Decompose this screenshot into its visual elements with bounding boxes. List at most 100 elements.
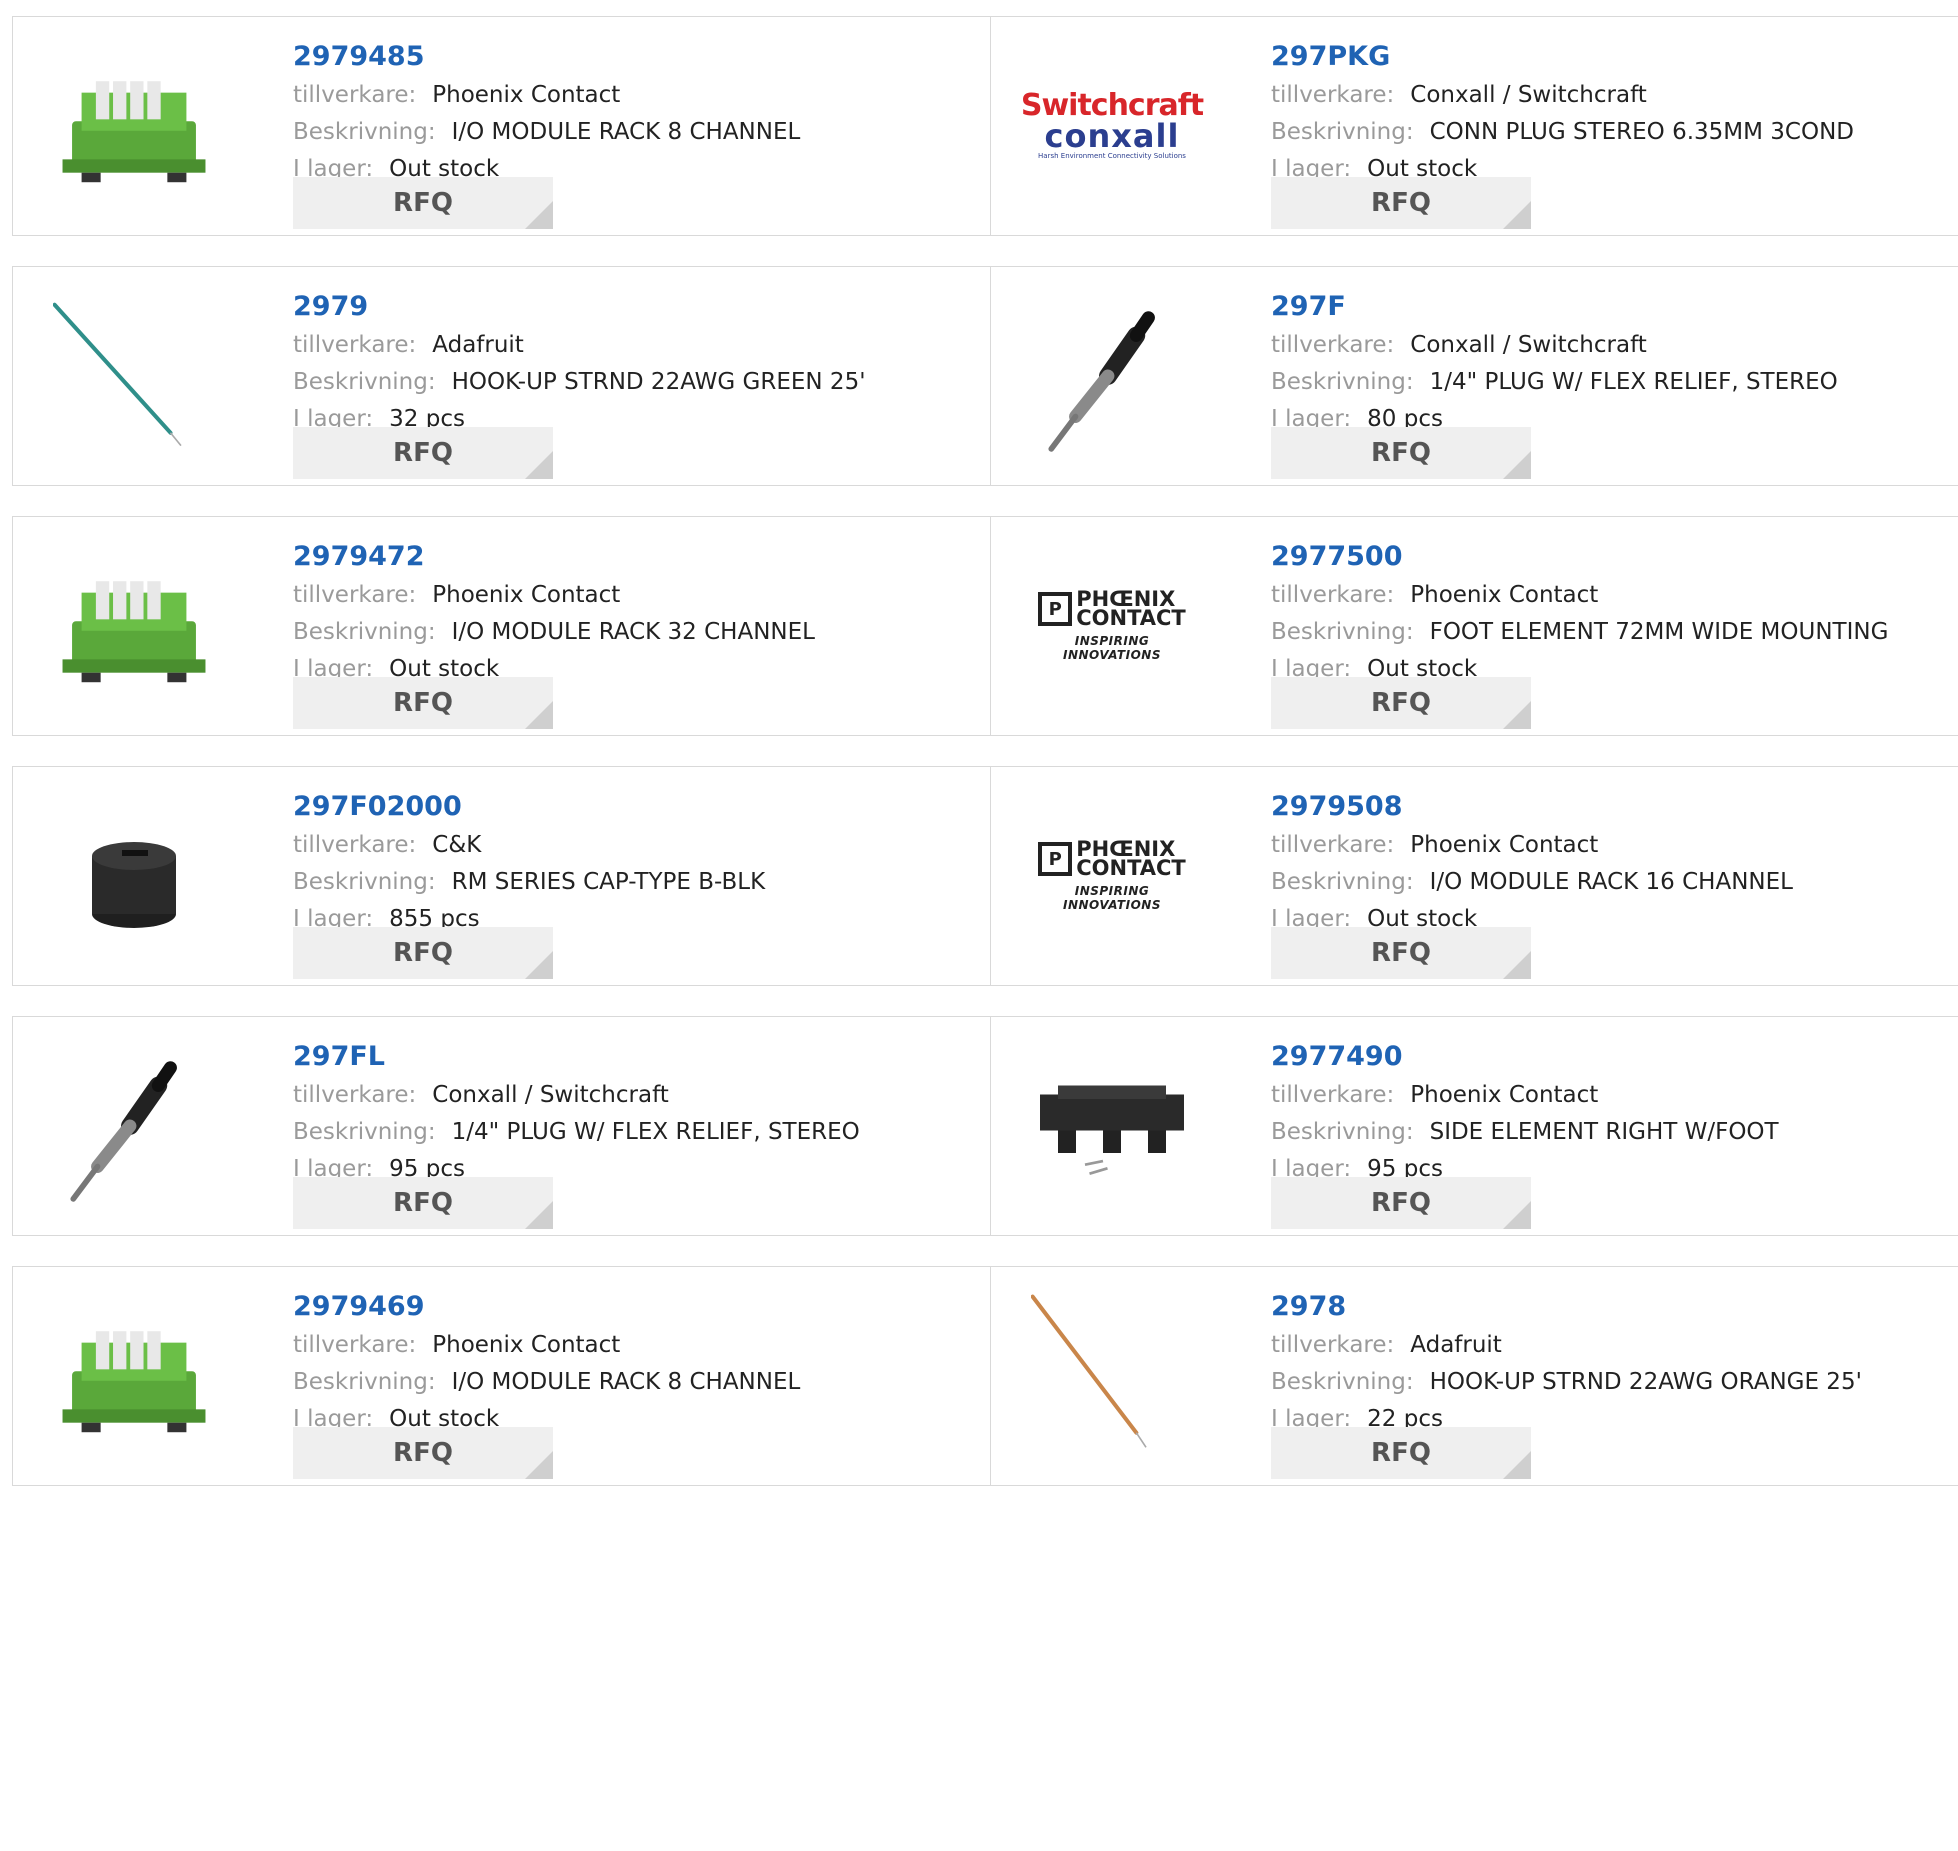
din-rail-side-element-icon[interactable] [1031,1045,1193,1207]
part-number-link[interactable]: 2979 [293,287,866,327]
product-card: 2978 tillverkare: Adafruit Beskrivning: HO… [991,1267,1958,1485]
rfq-button[interactable]: RFQ [293,177,553,229]
phoenix-logo-mark: P PHŒNIX CONTACT INSPIRING INNOVATIONS [1031,837,1193,912]
product-row: 297F02000 tillverkare: C&K Beskrivning: RM… [12,766,1958,986]
rfq-button[interactable]: RFQ [1271,1177,1531,1229]
audio-plug-icon[interactable] [1031,295,1193,457]
part-number-link[interactable]: 2978 [1271,1287,1862,1327]
part-number-link[interactable]: 297PKG [1271,37,1854,77]
product-card: 2979469 tillverkare: Phoenix Contact Besk… [13,1267,991,1485]
manufacturer-row: tillverkare: Phoenix Contact [293,77,800,114]
orange-wire-icon[interactable] [1031,1294,1193,1457]
product-card: 2977490 tillverkare: Phoenix Contact Besk… [991,1017,1958,1235]
io-module-rack-icon[interactable] [53,545,215,707]
description-label: Beskrivning: [293,1119,436,1145]
black-knob-cap-icon[interactable] [53,795,215,957]
rfq-button[interactable]: RFQ [293,1177,553,1229]
description-value: 1/4" PLUG W/ FLEX RELIEF, STEREO [451,1119,860,1145]
product-card: 2979472 tillverkare: Phoenix Contact Besk… [13,517,991,735]
product-info: 2979508 tillverkare: Phoenix Contact Besk… [1271,787,1793,938]
manufacturer-value: Phoenix Contact [1410,832,1599,858]
manufacturer-value: Phoenix Contact [432,582,621,608]
rfq-label: RFQ [393,1438,453,1468]
manufacturer-row: tillverkare: Phoenix Contact [293,577,815,614]
description-value: CONN PLUG STEREO 6.35MM 3COND [1429,119,1855,145]
corner-triangle-icon [1503,951,1531,979]
rfq-button[interactable]: RFQ [293,1427,553,1479]
part-number-link[interactable]: 297F [1271,287,1838,327]
audio-plug-icon[interactable] [53,1045,215,1207]
product-card: 2979 tillverkare: Adafruit Beskrivning: HO… [13,267,991,485]
description-label: Beskrivning: [1271,869,1414,895]
description-label: Beskrivning: [293,869,436,895]
part-number-link[interactable]: 2977500 [1271,537,1888,577]
manufacturer-value: Phoenix Contact [432,1332,621,1358]
product-info: 2978 tillverkare: Adafruit Beskrivning: HO… [1271,1287,1862,1438]
product-info: 2979469 tillverkare: Phoenix Contact Besk… [293,1287,800,1438]
rfq-button[interactable]: RFQ [1271,427,1531,479]
manufacturer-row: tillverkare: C&K [293,827,765,864]
manufacturer-label: tillverkare: [293,582,417,608]
manufacturer-label: tillverkare: [1271,582,1395,608]
description-label: Beskrivning: [1271,1119,1414,1145]
phoenix-logo-text: PHŒNIX CONTACT [1076,837,1186,880]
part-number-link[interactable]: 2979469 [293,1287,800,1327]
green-wire-icon[interactable] [53,295,215,457]
manufacturer-label: tillverkare: [293,82,417,108]
description-value: I/O MODULE RACK 8 CHANNEL [451,1369,801,1395]
io-module-rack-icon[interactable] [53,45,215,207]
product-row: 2979485 tillverkare: Phoenix Contact Besk… [12,16,1958,236]
corner-triangle-icon [1503,201,1531,229]
phoenix-contact-logo[interactable]: P PHŒNIX CONTACT INSPIRING INNOVATIONS [1031,545,1193,707]
product-info: 297F02000 tillverkare: C&K Beskrivning: RM… [293,787,765,938]
rfq-button[interactable]: RFQ [1271,927,1531,979]
part-number-link[interactable]: 297FL [293,1037,860,1077]
manufacturer-value: Adafruit [1410,1332,1502,1358]
switchcraft-logo[interactable]: Switchcraft conxall Harsh Environment Conn… [1021,45,1204,207]
manufacturer-row: tillverkare: Conxall / Switchcraft [1271,77,1854,114]
description-row: Beskrivning: FOOT ELEMENT 72MM WIDE MOUNT… [1271,614,1888,651]
manufacturer-label: tillverkare: [1271,1082,1395,1108]
manufacturer-value: Conxall / Switchcraft [432,1082,669,1108]
corner-triangle-icon [525,701,553,729]
phoenix-logo-icon: P [1038,842,1073,876]
description-label: Beskrivning: [1271,1369,1414,1395]
io-module-rack-icon[interactable] [53,1295,215,1457]
part-number-link[interactable]: 2979485 [293,37,800,77]
rfq-button[interactable]: RFQ [293,927,553,979]
description-row: Beskrivning: 1/4" PLUG W/ FLEX RELIEF, ST… [293,1114,860,1151]
phoenix-tagline: INSPIRING INNOVATIONS [1063,634,1161,662]
rfq-label: RFQ [393,938,453,968]
corner-triangle-icon [525,451,553,479]
rfq-button[interactable]: RFQ [1271,677,1531,729]
rfq-button[interactable]: RFQ [293,677,553,729]
manufacturer-label: tillverkare: [293,332,417,358]
manufacturer-label: tillverkare: [293,832,417,858]
manufacturer-value: Phoenix Contact [1410,582,1599,608]
part-number-link[interactable]: 2979472 [293,537,815,577]
switchcraft-tagline: Harsh Environment Connectivity Solutions [1038,152,1186,160]
rfq-button[interactable]: RFQ [1271,177,1531,229]
phoenix-contact-logo[interactable]: P PHŒNIX CONTACT INSPIRING INNOVATIONS [1031,795,1193,957]
manufacturer-value: Adafruit [432,332,524,358]
description-value: RM SERIES CAP-TYPE B-BLK [451,869,766,895]
rfq-button[interactable]: RFQ [1271,1427,1531,1479]
part-number-link[interactable]: 297F02000 [293,787,765,827]
part-number-link[interactable]: 2977490 [1271,1037,1779,1077]
corner-triangle-icon [525,951,553,979]
product-card: P PHŒNIX CONTACT INSPIRING INNOVATIONS 2979… [991,767,1958,985]
manufacturer-row: tillverkare: Phoenix Contact [1271,1077,1779,1114]
description-label: Beskrivning: [293,1369,436,1395]
description-value: SIDE ELEMENT RIGHT W/FOOT [1429,1119,1779,1145]
product-card: P PHŒNIX CONTACT INSPIRING INNOVATIONS 2977… [991,517,1958,735]
corner-triangle-icon [1503,1201,1531,1229]
product-row: 2979469 tillverkare: Phoenix Contact Besk… [12,1266,1958,1486]
description-value: HOOK-UP STRND 22AWG GREEN 25' [451,369,866,395]
description-value: I/O MODULE RACK 8 CHANNEL [451,119,801,145]
description-label: Beskrivning: [1271,369,1414,395]
rfq-button[interactable]: RFQ [293,427,553,479]
rfq-label: RFQ [1371,1438,1431,1468]
description-row: Beskrivning: I/O MODULE RACK 32 CHANNEL [293,614,815,651]
part-number-link[interactable]: 2979508 [1271,787,1793,827]
description-label: Beskrivning: [293,369,436,395]
